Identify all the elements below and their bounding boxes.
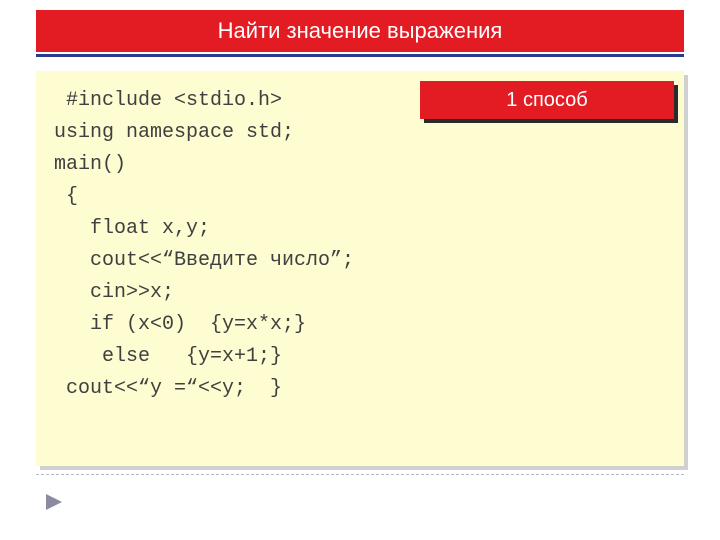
code-line: cout<<“y =“<<y; } (54, 373, 666, 405)
title-bar: Найти значение выражения (36, 10, 684, 52)
nav-arrow-icon (46, 494, 66, 510)
title-underline (36, 54, 684, 57)
method-badge-label: 1 способ (506, 89, 587, 112)
code-box: #include <stdio.h> using namespace std; … (36, 71, 684, 466)
code-line: { (54, 181, 666, 213)
code-line: main() (54, 149, 666, 181)
code-line: cin>>x; (54, 277, 666, 309)
code-line: float x,y; (54, 213, 666, 245)
footer-divider (36, 474, 684, 475)
code-line: else {y=x+1;} (54, 341, 666, 373)
slide-title: Найти значение выражения (218, 18, 503, 44)
method-badge: 1 способ (420, 81, 674, 119)
code-line: cout<<“Введите число”; (54, 245, 666, 277)
slide: Найти значение выражения #include <stdio… (0, 0, 720, 540)
code-line: if (x<0) {y=x*x;} (54, 309, 666, 341)
